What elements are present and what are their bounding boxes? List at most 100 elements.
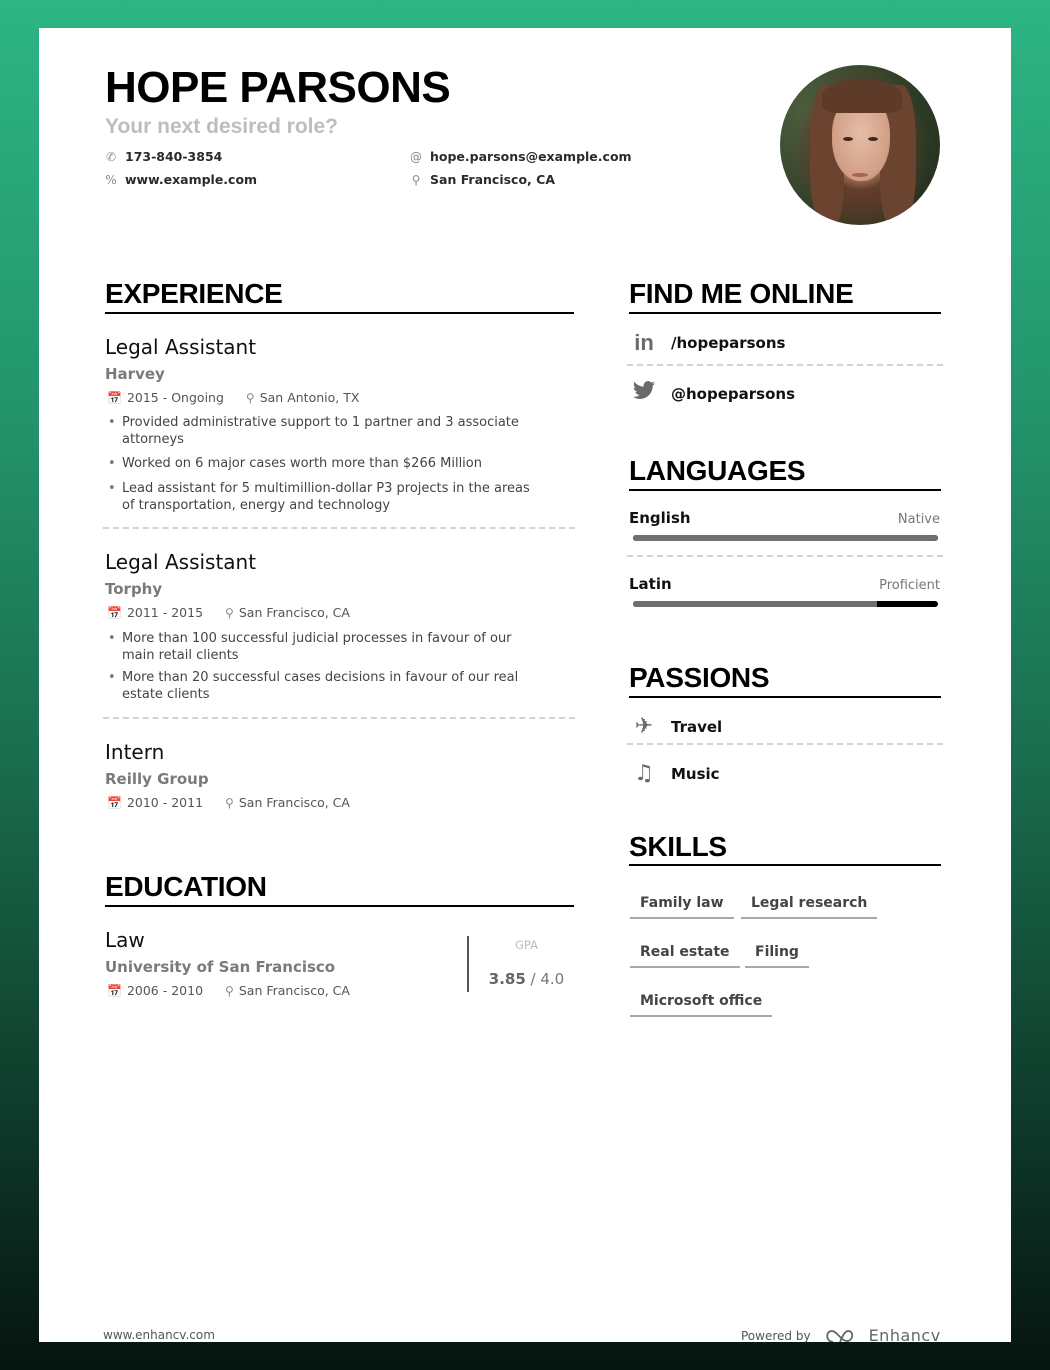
language-bar-fill — [633, 535, 938, 541]
contact-location: ⚲ San Francisco, CA — [410, 172, 556, 188]
job-company: Harvey — [105, 365, 165, 383]
language-divider — [627, 555, 943, 557]
job-bullets: More than 100 successful judicial proces… — [105, 630, 535, 710]
skill-tag: Family law — [630, 895, 734, 920]
contact-email[interactable]: @ hope.parsons@example.com — [410, 150, 632, 165]
phone-icon: ✆ — [105, 150, 117, 165]
gpa-separator: / — [525, 970, 541, 988]
photo-eye-right — [868, 137, 878, 141]
passions-heading: PASSIONS — [629, 662, 770, 693]
link-icon: % — [105, 173, 117, 188]
gpa-max: 4.0 — [540, 970, 565, 988]
website-link[interactable]: www.example.com — [125, 173, 257, 187]
calendar-icon: 📅 — [107, 606, 122, 621]
photo-eye-left — [843, 137, 853, 141]
contact-website[interactable]: % www.example.com — [105, 173, 257, 188]
degree-title: Law — [105, 928, 145, 952]
languages-rule — [629, 489, 941, 491]
education-meta: 📅 2006 - 2010 ⚲ San Francisco, CA — [107, 983, 350, 999]
footer-website[interactable]: www.enhancv.com — [103, 1328, 215, 1342]
enhancv-logo-icon — [825, 1329, 853, 1342]
language-item: Latin Proficient — [629, 575, 940, 607]
job-dates: 2011 - 2015 — [126, 605, 204, 620]
job-title: Intern — [105, 740, 165, 764]
online-rule — [629, 312, 941, 314]
linkedin-icon: in — [634, 330, 654, 355]
skill-tag: Legal research — [741, 895, 878, 920]
powered-by-label: Powered by — [741, 1328, 811, 1343]
calendar-icon: 📅 — [107, 796, 122, 811]
calendar-icon: 📅 — [107, 984, 122, 999]
job-company: Torphy — [105, 580, 163, 598]
gpa-label: GPA — [515, 938, 538, 952]
job-dates: 2015 - Ongoing — [126, 390, 224, 405]
job-bullet: Worked on 6 major cases worth more than … — [105, 455, 535, 472]
language-level: Proficient — [879, 578, 940, 593]
education-heading: EDUCATION — [105, 871, 267, 902]
job-divider — [103, 527, 575, 529]
school-name: University of San Francisco — [105, 958, 336, 976]
language-level: Native — [897, 512, 940, 527]
job-location: San Antonio, TX — [259, 390, 360, 405]
language-bar — [633, 601, 938, 607]
skill-tag: Real estate — [630, 944, 740, 969]
map-pin-icon: ⚲ — [411, 173, 421, 188]
calendar-icon: 📅 — [107, 391, 122, 406]
job-dates: 2010 - 2011 — [126, 795, 204, 810]
map-pin-icon: ⚲ — [225, 606, 234, 621]
experience-rule — [105, 312, 574, 314]
job-company: Reilly Group — [105, 770, 209, 788]
education-dates: 2006 - 2010 — [126, 983, 204, 998]
online-item-linkedin[interactable]: in /hopeparsons — [629, 330, 785, 356]
twitter-handle[interactable]: @hopeparsons — [671, 385, 795, 403]
language-bar-fill — [633, 601, 877, 607]
passions-rule — [629, 696, 941, 698]
job-location: San Francisco, CA — [238, 605, 350, 620]
job-bullets: Provided administrative support to 1 par… — [105, 414, 535, 521]
experience-heading: EXPERIENCE — [105, 278, 283, 309]
gpa-divider — [467, 936, 469, 992]
job-meta: 📅 2010 - 2011 ⚲ San Francisco, CA — [107, 795, 350, 811]
photo-lips — [852, 173, 868, 177]
language-bar — [633, 535, 938, 541]
job-meta: 📅 2011 - 2015 ⚲ San Francisco, CA — [107, 605, 350, 621]
online-item-twitter[interactable]: @hopeparsons — [629, 381, 795, 407]
map-pin-icon: ⚲ — [225, 796, 234, 811]
footer-powered-by: Powered by Enhancv — [741, 1326, 941, 1342]
passion-item: ♫ Music — [629, 761, 719, 786]
education-rule — [105, 905, 574, 907]
desired-role: Your next desired role? — [105, 115, 338, 138]
job-meta: 📅 2015 - Ongoing ⚲ San Antonio, TX — [107, 390, 360, 406]
resume-page: HOPE PARSONS Your next desired role? ✆ 1… — [39, 28, 1011, 1342]
gpa-score: 3.85 — [488, 970, 526, 988]
online-divider — [627, 364, 943, 366]
profile-photo — [780, 65, 940, 225]
photo-hair-top — [822, 79, 902, 113]
linkedin-handle[interactable]: /hopeparsons — [671, 334, 785, 352]
passion-divider — [627, 743, 943, 745]
job-bullet: More than 20 successful cases decisions … — [105, 669, 535, 703]
at-icon: @ — [410, 150, 422, 165]
job-bullet: Lead assistant for 5 multimillion-dollar… — [105, 480, 535, 514]
brand-name: Enhancv — [868, 1326, 941, 1342]
contact-phone: ✆ 173-840-3854 — [105, 149, 223, 165]
language-name: Latin — [629, 575, 672, 593]
email-link[interactable]: hope.parsons@example.com — [430, 150, 632, 164]
twitter-icon — [629, 381, 659, 407]
candidate-name: HOPE PARSONS — [105, 63, 451, 112]
job-bullet: More than 100 successful judicial proces… — [105, 630, 535, 664]
languages-heading: LANGUAGES — [629, 455, 806, 486]
job-bullet: Provided administrative support to 1 par… — [105, 414, 535, 448]
phone-text: 173-840-3854 — [125, 149, 223, 164]
passion-label: Travel — [671, 717, 723, 736]
skill-tag: Microsoft office — [630, 993, 773, 1018]
job-location: San Francisco, CA — [238, 795, 350, 810]
music-note-icon: ♫ — [634, 761, 654, 786]
online-heading: FIND ME ONLINE — [629, 278, 854, 309]
gpa-value: 3.85 / 4.0 — [479, 970, 574, 988]
job-title: Legal Assistant — [105, 550, 257, 574]
location-text: San Francisco, CA — [430, 172, 556, 187]
language-name: English — [629, 509, 691, 527]
education-location: San Francisco, CA — [238, 983, 350, 998]
language-item: English Native — [629, 509, 940, 541]
